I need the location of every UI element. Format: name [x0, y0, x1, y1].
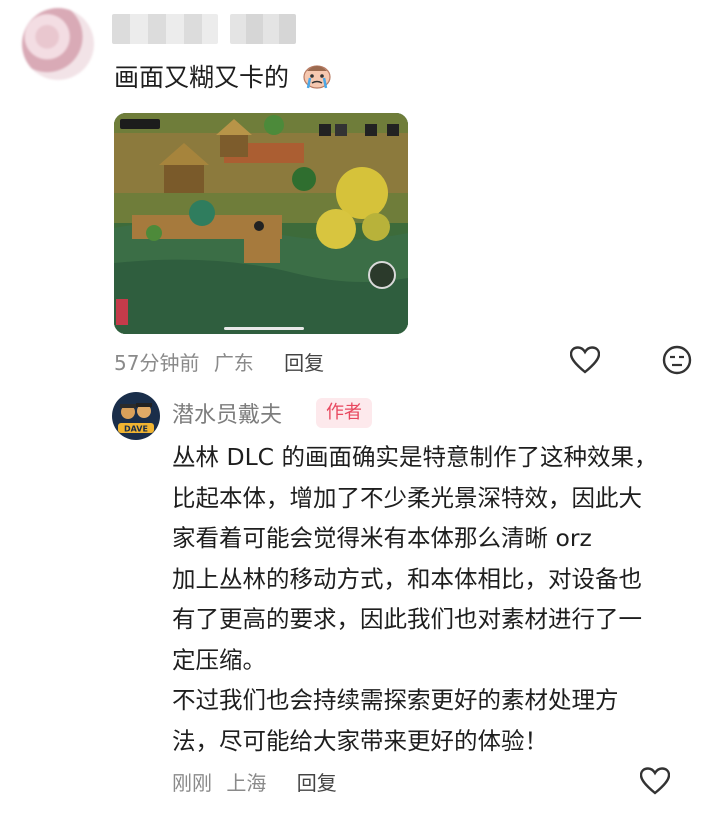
comment-time: 57分钟前 — [114, 351, 200, 375]
reply-line: 比起本体，增加了不少柔光景深特效，因此大 — [172, 483, 642, 512]
dislike-button[interactable] — [660, 343, 694, 377]
attached-game-screenshot[interactable] — [114, 113, 408, 334]
reply-line: 法，尽可能给大家带来更好的体验！ — [172, 726, 548, 755]
author-avatar[interactable]: DAVE — [112, 392, 160, 440]
reply-line: 家看着可能会觉得米有本体那么清晰 orz — [172, 524, 592, 552]
reply-line: 加上丛林的移动方式，和本体相比，对设备也 — [172, 564, 642, 593]
reply-line: 不过我们也会持续需探索更好的素材处理方 — [172, 686, 619, 714]
reply-reply-button[interactable]: 回复 — [297, 771, 337, 795]
comment-meta: 57分钟前 广东 回复 — [114, 347, 332, 376]
commenter-avatar[interactable] — [22, 8, 94, 80]
commenter-name-blurred-2 — [230, 14, 296, 44]
heart-icon — [570, 346, 600, 374]
dave-avatar-image: DAVE — [112, 392, 160, 440]
reply-line: 丛林 DLC 的画面确实是特意制作了这种效果， — [172, 443, 658, 471]
comment-location: 广东 — [213, 351, 254, 375]
reply-line: 有了更高的要求，因此我们也对素材进行了一 — [172, 605, 642, 633]
unamused-face-icon — [662, 345, 692, 375]
reply-location: 上海 — [226, 771, 267, 795]
reply-meta: 刚刚 上海 回复 — [172, 767, 345, 796]
crying-face-emoji-icon — [303, 65, 331, 89]
reply-time: 刚刚 — [172, 771, 212, 795]
reply-line: 定压缩。 — [172, 645, 266, 674]
comment-text: 画面又糊又卡的 — [114, 58, 333, 94]
commenter-name-blurred[interactable] — [112, 14, 218, 44]
comment-text-label: 画面又糊又卡的 — [114, 63, 290, 92]
reply-text: 丛林 DLC 的画面确实是特意制作了这种效果， 比起本体，增加了不少柔光景深特效… — [172, 437, 700, 761]
like-button[interactable] — [568, 343, 602, 377]
heart-icon — [640, 767, 670, 795]
game-scene-image — [114, 113, 408, 334]
author-badge: 作者 — [316, 398, 372, 428]
author-name[interactable]: 潜水员戴夫 — [172, 397, 282, 429]
comment-reply-button[interactable]: 回复 — [284, 351, 324, 375]
avatar-label: DAVE — [124, 425, 148, 434]
reply-like-button[interactable] — [638, 764, 672, 798]
